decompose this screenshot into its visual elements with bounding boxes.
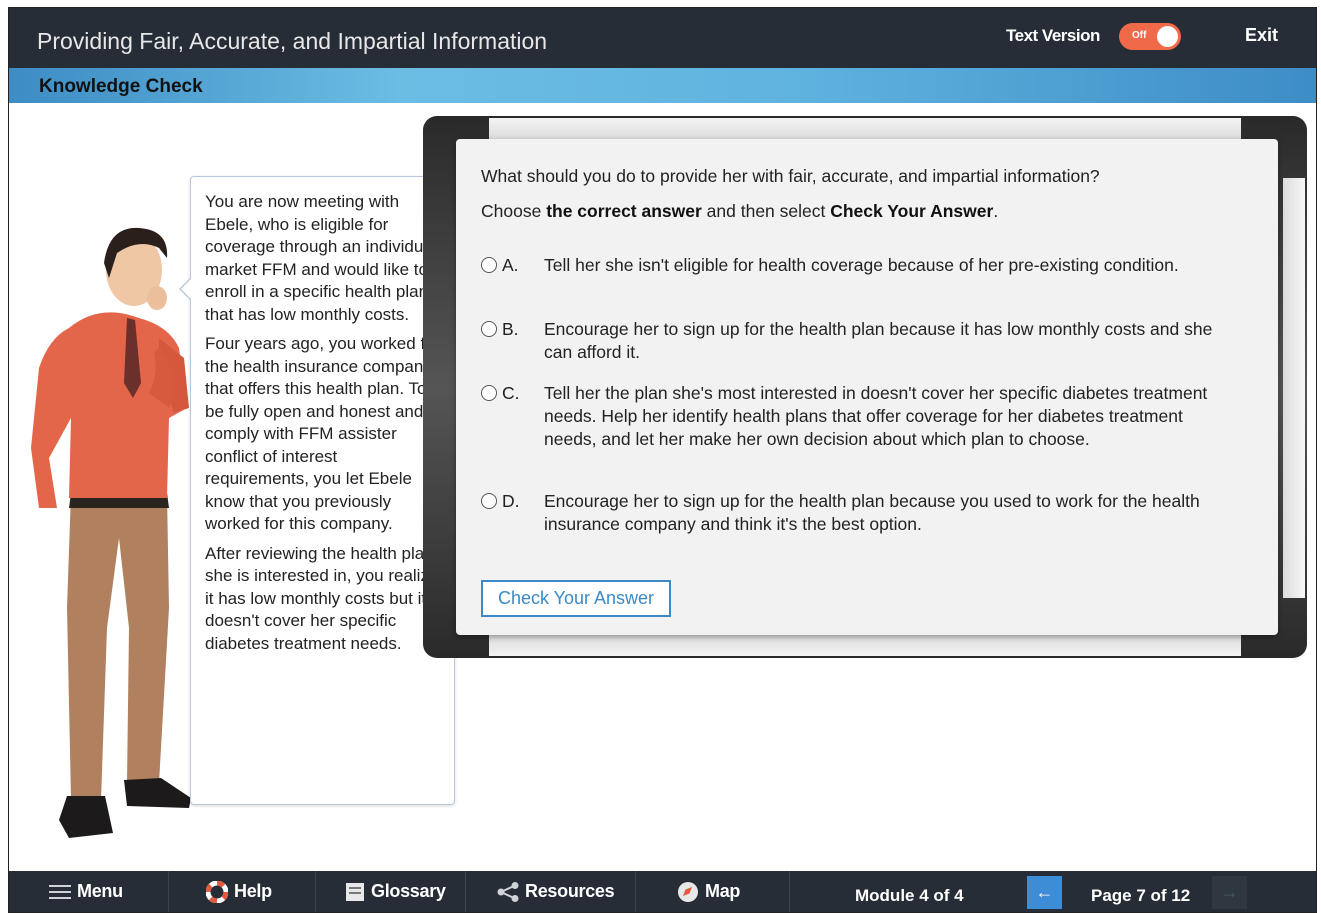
option-text: Encourage her to sign up for the health …	[544, 491, 1200, 534]
instruction-prefix: Choose	[481, 201, 547, 221]
answer-option-c[interactable]: C. Tell her the plan she's most interest…	[481, 382, 1241, 474]
instruction-mid: and then select	[701, 201, 831, 221]
left-arrow-icon: ←	[1035, 882, 1054, 902]
option-text: Encourage her to sign up for the health …	[544, 319, 1213, 362]
nav-divider	[315, 871, 316, 912]
resources-label: Resources	[525, 881, 615, 901]
option-letter: C.	[502, 383, 520, 403]
section-title: Knowledge Check	[39, 76, 203, 97]
whiteboard-side	[1283, 178, 1305, 598]
radio-button[interactable]	[481, 385, 497, 401]
radio-button[interactable]	[481, 257, 497, 273]
bubble-tail-inner	[181, 278, 192, 300]
question-panel: What should you do to provide her with f…	[456, 139, 1278, 635]
option-letter: D.	[502, 491, 520, 511]
text-version-toggle[interactable]: Off	[1119, 23, 1181, 50]
bottom-nav-bar: Menu Help Glossary Resources Map Module …	[9, 871, 1316, 912]
compass-icon	[678, 882, 698, 903]
answer-option-d[interactable]: D. Encourage her to sign up for the heal…	[481, 490, 1241, 536]
help-button[interactable]: Help	[206, 871, 272, 912]
share-icon	[497, 882, 519, 903]
lifebuoy-icon	[206, 881, 228, 904]
radio-button[interactable]	[481, 493, 497, 509]
right-arrow-icon: →	[1220, 882, 1239, 902]
scenario-speech-bubble: You are now meeting with Ebele, who is e…	[179, 176, 455, 805]
help-label: Help	[234, 881, 272, 901]
check-answer-button[interactable]: Check Your Answer	[481, 580, 671, 617]
instruction-text: Choose the correct answer and then selec…	[481, 201, 998, 222]
course-player: Providing Fair, Accurate, and Impartial …	[8, 7, 1317, 913]
whiteboard-rail-bottom	[489, 634, 1241, 656]
option-text: Tell her the plan she's most interested …	[544, 383, 1208, 449]
page-indicator: Page 7 of 12	[1091, 886, 1191, 905]
course-title: Providing Fair, Accurate, and Impartial …	[37, 28, 548, 54]
radio-button[interactable]	[481, 321, 497, 337]
next-page-button[interactable]: →	[1212, 876, 1247, 909]
map-label: Map	[705, 881, 741, 901]
top-bar: Providing Fair, Accurate, and Impartial …	[9, 8, 1316, 68]
toggle-state-label: Off	[1132, 30, 1147, 41]
nav-divider	[168, 871, 169, 912]
scenario-text: You are now meeting with Ebele, who is e…	[205, 191, 443, 662]
menu-button[interactable]: Menu	[49, 871, 123, 912]
character-illustration	[31, 227, 191, 838]
nav-divider	[635, 871, 636, 912]
scenario-paragraph: After reviewing the health plan she is i…	[205, 543, 439, 653]
menu-icon	[49, 885, 71, 900]
scenario-paragraph: Four years ago, you worked for the healt…	[205, 334, 443, 533]
instruction-bold-check: Check Your Answer	[830, 201, 994, 221]
glossary-button[interactable]: Glossary	[345, 871, 446, 912]
toggle-knob	[1157, 26, 1178, 47]
resources-button[interactable]: Resources	[497, 871, 615, 912]
nav-divider	[465, 871, 466, 912]
book-icon	[346, 883, 364, 902]
nav-divider	[789, 871, 790, 912]
answer-option-a[interactable]: A. Tell her she isn't eligible for healt…	[481, 254, 1241, 300]
previous-page-button[interactable]: ←	[1027, 876, 1062, 909]
scenario-paragraph: You are now meeting with Ebele, who is e…	[205, 192, 437, 324]
option-letter: A.	[502, 255, 519, 275]
menu-label: Menu	[77, 881, 123, 901]
whiteboard-rail-top	[489, 118, 1241, 140]
option-letter: B.	[502, 319, 519, 339]
section-bar: Knowledge Check	[9, 68, 1316, 103]
instruction-suffix: .	[993, 201, 999, 221]
map-button[interactable]: Map	[677, 871, 740, 912]
question-text: What should you do to provide her with f…	[481, 166, 1100, 186]
exit-button[interactable]: Exit	[1245, 25, 1278, 46]
glossary-label: Glossary	[371, 881, 446, 901]
text-version-label: Text Version	[1006, 26, 1100, 45]
option-text: Tell her she isn't eligible for health c…	[544, 255, 1179, 275]
module-indicator: Module 4 of 4	[855, 886, 964, 905]
instruction-bold-answer: the correct answer	[546, 201, 702, 221]
answer-option-b[interactable]: B. Encourage her to sign up for the heal…	[481, 318, 1241, 364]
